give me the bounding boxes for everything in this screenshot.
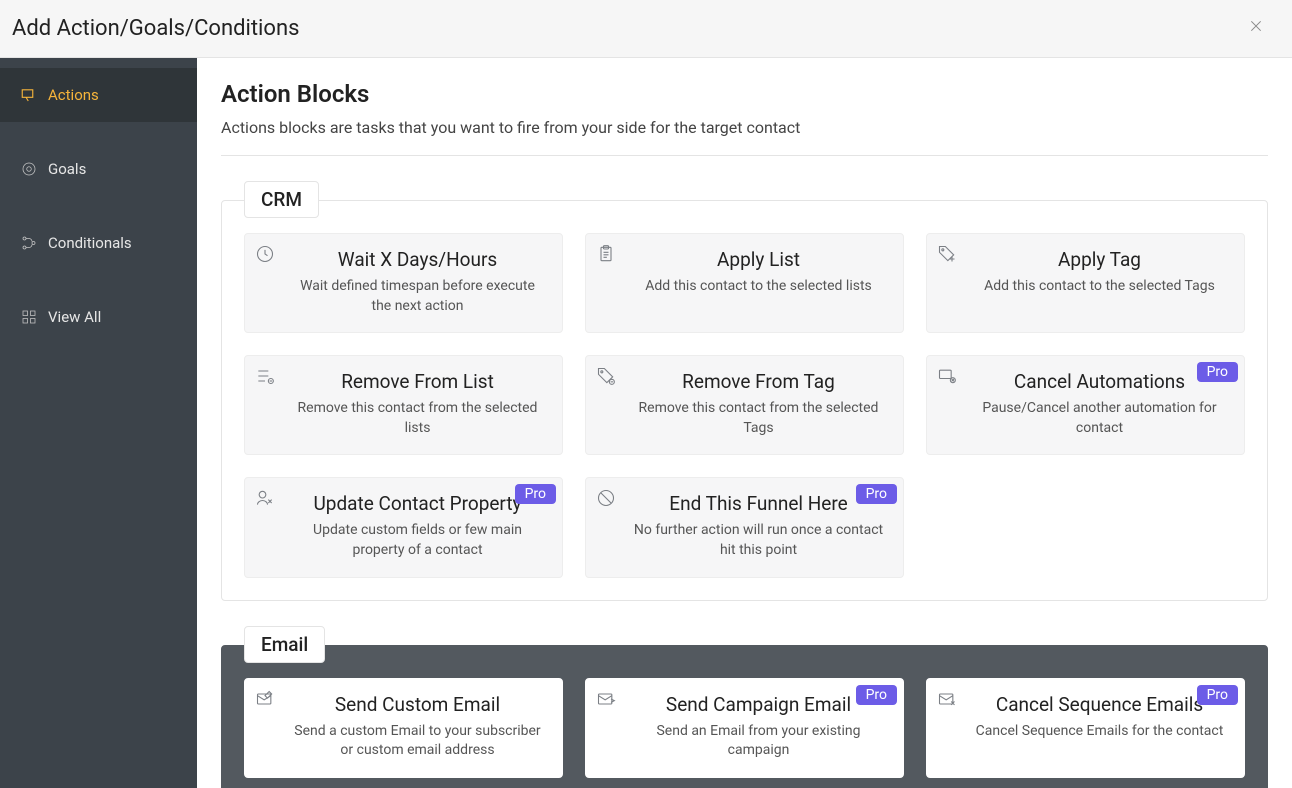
automation-cancel-icon [937, 366, 957, 390]
email-send-icon [596, 689, 616, 713]
pro-badge: Pro [1197, 685, 1238, 705]
card-remove-list[interactable]: Remove From List Remove this contact fro… [244, 355, 563, 455]
card-desc: Send a custom Email to your subscriber o… [289, 722, 546, 761]
card-update-contact[interactable]: Pro Update Contact Property Update custo… [244, 477, 563, 577]
card-apply-list[interactable]: Apply List Add this contact to the selec… [585, 233, 904, 333]
card-title: Wait X Days/Hours [289, 248, 546, 271]
card-title: Remove From List [289, 370, 546, 393]
card-desc: Remove this contact from the selected Ta… [630, 399, 887, 438]
close-icon [1248, 18, 1264, 38]
sidebar-item-label: Goals [48, 160, 86, 178]
card-cancel-automations[interactable]: Pro Cancel Automations Pause/Cancel anot… [926, 355, 1245, 455]
modal-header: Add Action/Goals/Conditions [0, 0, 1292, 58]
section-email: Email Send Custom Email Send a custom Em… [221, 645, 1268, 788]
card-title: Apply List [630, 248, 887, 271]
card-desc: Add this contact to the selected lists [630, 277, 887, 297]
card-title: Cancel Automations [971, 370, 1228, 393]
sidebar-item-goals[interactable]: Goals [0, 142, 197, 196]
target-icon [20, 160, 38, 178]
page-subtitle: Actions blocks are tasks that you want t… [221, 118, 1268, 156]
modal-body: Actions Goals Conditionals View All Acti… [0, 58, 1292, 788]
card-desc: Update custom fields or few main propert… [289, 521, 546, 560]
card-title: Cancel Sequence Emails [971, 693, 1228, 716]
main-panel: Action Blocks Actions blocks are tasks t… [197, 58, 1292, 788]
sidebar-item-label: View All [48, 308, 101, 326]
stop-icon [596, 488, 616, 512]
card-desc: No further action will run once a contac… [630, 521, 887, 560]
tag-plus-icon [937, 244, 957, 268]
email-cancel-icon [937, 689, 957, 713]
card-title: Update Contact Property [289, 492, 546, 515]
sidebar-item-conditionals[interactable]: Conditionals [0, 216, 197, 270]
sidebar-item-label: Actions [48, 86, 99, 104]
card-title: Remove From Tag [630, 370, 887, 393]
branch-icon [20, 234, 38, 252]
section-label: Email [244, 626, 325, 663]
card-desc: Remove this contact from the selected li… [289, 399, 546, 438]
section-label: CRM [244, 181, 319, 218]
sidebar-item-actions[interactable]: Actions [0, 68, 197, 122]
sidebar-item-label: Conditionals [48, 234, 132, 252]
card-desc: Cancel Sequence Emails for the contact [971, 722, 1228, 742]
card-send-custom-email[interactable]: Send Custom Email Send a custom Email to… [244, 678, 563, 778]
card-end-funnel[interactable]: Pro End This Funnel Here No further acti… [585, 477, 904, 577]
card-apply-tag[interactable]: Apply Tag Add this contact to the select… [926, 233, 1245, 333]
card-title: Apply Tag [971, 248, 1228, 271]
card-send-campaign-email[interactable]: Pro Send Campaign Email Send an Email fr… [585, 678, 904, 778]
card-cancel-sequence-emails[interactable]: Pro Cancel Sequence Emails Cancel Sequen… [926, 678, 1245, 778]
list-minus-icon [255, 366, 275, 390]
pro-badge: Pro [515, 484, 556, 504]
card-title: Send Custom Email [289, 693, 546, 716]
grid-icon [20, 308, 38, 326]
card-wait-days[interactable]: Wait X Days/Hours Wait defined timespan … [244, 233, 563, 333]
sidebar-item-viewall[interactable]: View All [0, 290, 197, 344]
pro-badge: Pro [856, 685, 897, 705]
clipboard-icon [596, 244, 616, 268]
close-button[interactable] [1240, 14, 1272, 43]
tag-minus-icon [596, 366, 616, 390]
page-title: Action Blocks [221, 80, 1268, 108]
modal-title: Add Action/Goals/Conditions [12, 16, 299, 41]
section-crm: CRM Wait X Days/Hours Wait defined times… [221, 200, 1268, 601]
card-grid: Send Custom Email Send a custom Email to… [244, 678, 1245, 778]
card-grid: Wait X Days/Hours Wait defined timespan … [244, 233, 1245, 578]
card-remove-tag[interactable]: Remove From Tag Remove this contact from… [585, 355, 904, 455]
card-title: End This Funnel Here [630, 492, 887, 515]
pro-badge: Pro [856, 484, 897, 504]
user-edit-icon [255, 488, 275, 512]
pro-badge: Pro [1197, 362, 1238, 382]
cursor-click-icon [20, 86, 38, 104]
card-title: Send Campaign Email [630, 693, 887, 716]
card-desc: Send an Email from your existing campaig… [630, 722, 887, 761]
card-desc: Add this contact to the selected Tags [971, 277, 1228, 297]
sidebar: Actions Goals Conditionals View All [0, 58, 197, 788]
compose-email-icon [255, 689, 275, 713]
card-desc: Pause/Cancel another automation for cont… [971, 399, 1228, 438]
card-desc: Wait defined timespan before execute the… [289, 277, 546, 316]
clock-icon [255, 244, 275, 268]
